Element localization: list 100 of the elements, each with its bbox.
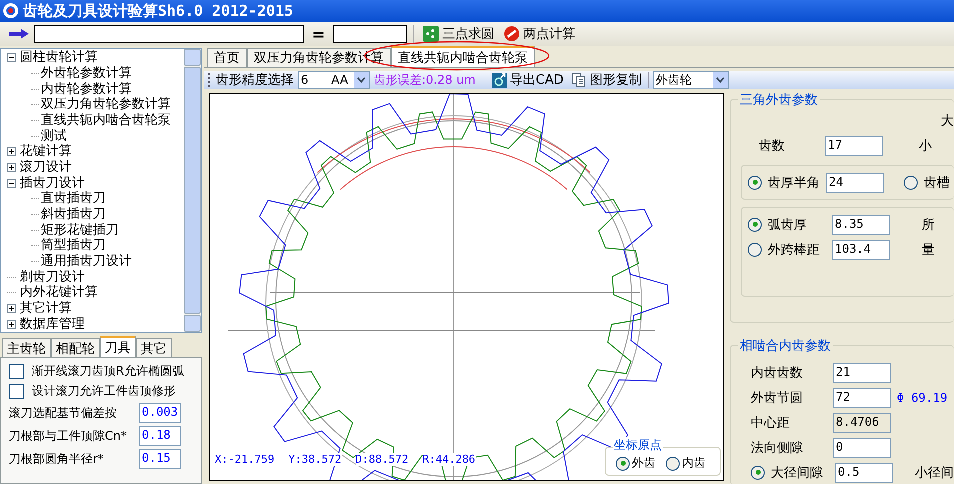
input-field[interactable]: 0.15 — [139, 449, 181, 469]
tree-item[interactable]: 数据库管理 — [20, 316, 85, 332]
radio-button[interactable] — [748, 218, 762, 232]
group-title: 三角外齿参数 — [738, 91, 820, 109]
input-field[interactable]: 0.18 — [139, 426, 181, 446]
field-label: 刀根部与工件顶隙Cn* — [9, 428, 127, 444]
checkbox-label: 渐开线滚刀齿顶R允许椭圆弧 — [32, 363, 184, 380]
tab[interactable]: 刀具 — [100, 336, 136, 357]
checkbox[interactable] — [9, 364, 24, 379]
copy-image-button[interactable]: 图形复制 — [570, 71, 644, 89]
tab[interactable]: 相配轮 — [51, 338, 100, 357]
input-field[interactable]: 24 — [826, 172, 884, 192]
toolbar-button[interactable]: 三点求圆 — [420, 25, 498, 43]
input-field[interactable]: 0.5 — [835, 462, 893, 482]
input-field[interactable]: 0.003 — [139, 403, 181, 423]
coordinate-readout: X:-21.759 — [215, 453, 275, 466]
field-label: 量 — [922, 242, 935, 258]
radio-button[interactable] — [616, 456, 630, 470]
tree-item[interactable]: 矩形花键插刀 — [41, 222, 119, 238]
tree-item[interactable]: 通用插齿刀设计 — [41, 254, 132, 270]
expander-icon[interactable] — [7, 147, 16, 156]
field-label: 齿数 — [759, 138, 786, 154]
tree-item[interactable]: 内外花键计算 — [20, 285, 98, 300]
precision-label: 齿形精度选择 — [216, 72, 294, 89]
radio-button[interactable] — [666, 456, 680, 470]
expression-field[interactable] — [34, 25, 304, 43]
field-label: 小 — [919, 138, 932, 154]
field-label: 法向侧隙 — [751, 440, 804, 456]
coordinate-readout: Y:38.572 — [288, 453, 342, 466]
error-text: 齿形误差:0.28 um — [374, 72, 476, 88]
input-field[interactable]: 103.4 — [832, 240, 890, 260]
export-cad-button[interactable]: 导出CAD — [490, 71, 566, 89]
tree-item[interactable]: 内齿轮参数计算 — [41, 82, 132, 97]
radio-button[interactable] — [748, 242, 762, 256]
radio-label: 外跨棒距 — [768, 242, 821, 258]
field-label: 刀根部圆角半径r* — [9, 450, 104, 468]
app-logo-icon — [3, 3, 19, 19]
input-field[interactable]: 8.4706 — [833, 412, 891, 432]
tree-item[interactable]: 外齿轮参数计算 — [41, 66, 132, 81]
tab[interactable]: 首页 — [207, 48, 247, 67]
input-field[interactable]: 8.35 — [832, 214, 890, 234]
window-title: 齿轮及刀具设计验算Sh6.0 2012-2015 — [23, 2, 294, 20]
diameter-note: Φ 69.19 — [897, 390, 948, 404]
tree-item[interactable]: 直齿插齿刀 — [41, 191, 106, 206]
tab[interactable]: 其它 — [136, 338, 172, 357]
expander-icon[interactable] — [7, 53, 16, 62]
expander-icon[interactable] — [7, 320, 16, 329]
radio-label: 弧齿厚 — [768, 216, 808, 234]
field-label: 所 — [922, 216, 935, 234]
group-title: 相啮合内齿参数 — [738, 337, 833, 355]
input-field[interactable]: 0 — [833, 438, 891, 458]
radio-button[interactable] — [904, 176, 918, 190]
copy-icon — [572, 72, 587, 88]
equals-sign: = — [312, 24, 326, 44]
caret-icon — [354, 72, 369, 88]
input-field[interactable]: 72 — [833, 388, 891, 408]
expander-icon[interactable] — [7, 163, 16, 172]
tab[interactable]: 双压力角齿轮参数计算 — [247, 48, 391, 67]
radio-label: 内齿 — [682, 455, 706, 472]
radio-option[interactable]: 内齿 — [666, 455, 706, 472]
field-label: 小径间 — [915, 464, 954, 482]
tree-item[interactable]: 滚刀设计 — [20, 160, 72, 176]
tree-item[interactable]: 筒型插齿刀 — [41, 238, 106, 254]
radio-label: 齿厚半角 — [768, 174, 820, 192]
tree-item[interactable]: 其它计算 — [20, 301, 72, 316]
checkbox[interactable] — [9, 384, 24, 399]
tree-item[interactable]: 圆柱齿轮计算 — [20, 50, 98, 66]
arrow-icon[interactable] — [8, 28, 30, 40]
result-field[interactable] — [333, 25, 408, 43]
group-title: 坐标原点 — [613, 437, 663, 454]
no-entry-icon — [504, 26, 520, 42]
tree-item[interactable]: 直线共轭内啮合齿轮泵 — [41, 113, 171, 128]
three-dots-icon — [423, 26, 440, 42]
coordinate-readout: R:44.286 — [422, 453, 476, 466]
tree-item[interactable]: 斜齿插齿刀 — [41, 207, 106, 222]
gear-type-dropdown[interactable]: 外齿轮 — [652, 71, 729, 89]
radio-button[interactable] — [751, 466, 765, 480]
tree-item[interactable]: 双压力角齿轮参数计算 — [41, 97, 171, 112]
tab[interactable]: 主齿轮 — [2, 338, 51, 357]
expander-icon[interactable] — [7, 304, 16, 314]
tab[interactable]: 直线共轭内啮合齿轮泵 — [391, 46, 535, 67]
export-icon — [492, 72, 507, 88]
expander-icon[interactable] — [7, 178, 16, 188]
radio-label: 外齿 — [632, 455, 656, 472]
field-label: 中心距 — [751, 414, 791, 432]
tree-item[interactable]: 测试 — [41, 128, 67, 144]
field-label: 内齿齿数 — [751, 364, 804, 382]
input-field[interactable]: 21 — [833, 362, 891, 382]
radio-option[interactable]: 外齿 — [616, 455, 656, 472]
field-label: 大 — [941, 113, 954, 130]
scrollbar[interactable] — [184, 49, 201, 332]
toolbar-button[interactable]: 两点计算 — [501, 25, 578, 43]
tree-item[interactable]: 花键计算 — [20, 144, 72, 160]
caret-icon — [712, 72, 728, 88]
radio-button[interactable] — [748, 176, 762, 190]
radio-label: 大径间隙 — [771, 464, 824, 482]
input-field[interactable]: 17 — [825, 136, 883, 156]
tree-item[interactable]: 剃齿刀设计 — [20, 270, 85, 285]
tree-item[interactable]: 插齿刀设计 — [20, 176, 85, 191]
precision-dropdown[interactable]: 6 AA — [298, 71, 370, 89]
